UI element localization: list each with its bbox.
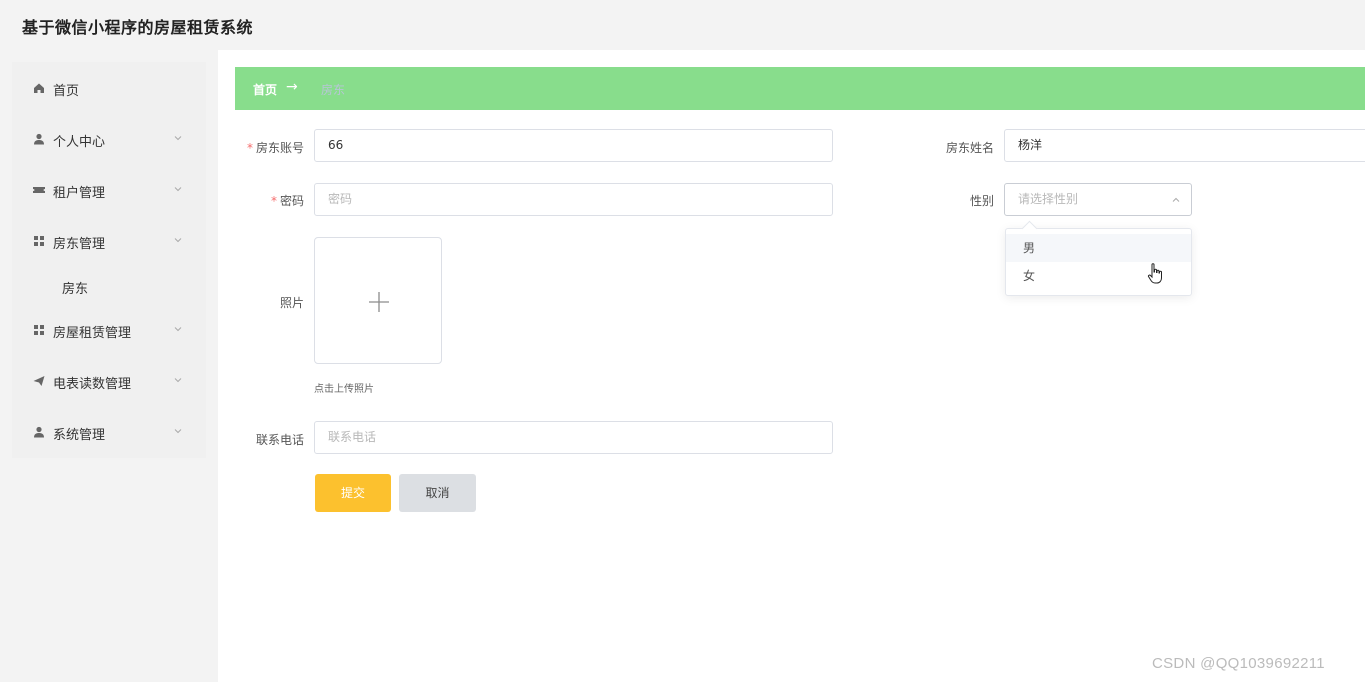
sidebar-item-tenants[interactable]: 租户管理 [12,170,206,210]
upload-hint: 点击上传照片 [314,384,374,395]
cancel-button[interactable]: 取消 [399,474,476,512]
sidebar-item-rentals[interactable]: 房屋租赁管理 [12,310,206,350]
gender-option-male[interactable]: 男 [1006,234,1191,262]
sidebar: 首页 个人中心 租户管理 房东管理 房东 房屋租赁管理 电表读数管理 系统管理 [12,62,206,458]
photo-upload[interactable] [314,237,442,364]
app-title: 基于微信小程序的房屋租赁系统 [22,18,254,37]
chevron-down-icon [174,238,182,243]
account-label: * 房东账号 [246,141,304,155]
sidebar-item-profile[interactable]: 个人中心 [12,119,206,159]
name-label: 房东姓名 [945,141,994,155]
required-star: * [270,194,277,208]
sidebar-item-label: 电表读数管理 [53,377,132,392]
user-icon [34,133,44,145]
sidebar-item-home[interactable]: 首页 [12,68,206,108]
send-icon [33,376,45,386]
submit-button[interactable]: 提交 [315,474,391,512]
sidebar-item-label: 房屋租赁管理 [53,326,132,341]
main-content: 首页 → 房东 * 房东账号 66 房东姓名 杨洋 * 密码 密码 性别 请选择性别… [218,50,1365,682]
phone-placeholder: 联系电话 [328,430,377,444]
user-icon [34,426,44,438]
grid-icon [34,236,44,246]
gender-label: 性别 [969,194,994,208]
sidebar-item-label: 首页 [53,84,80,99]
sidebar-item-meter-readings[interactable]: 电表读数管理 [12,361,206,401]
sidebar-item-system[interactable]: 系统管理 [12,412,206,452]
plus-icon [369,292,389,312]
password-label: * 密码 [270,194,304,208]
account-input[interactable]: 66 [314,129,833,162]
name-input[interactable]: 杨洋 [1004,129,1365,162]
breadcrumb-separator: → [286,79,298,95]
sidebar-subitem-landlord[interactable]: 房东 [12,268,206,304]
breadcrumb-home-link[interactable]: 首页 [253,81,277,98]
photo-label: 照片 [279,296,304,310]
sidebar-item-label: 租户管理 [53,186,106,201]
breadcrumb: 首页 → 房东 [235,67,1365,110]
sidebar-item-label: 系统管理 [53,428,106,443]
home-icon [34,83,44,93]
required-star: * [246,141,253,155]
ticket-icon [33,187,45,193]
chevron-down-icon [174,327,182,332]
sidebar-item-landlords[interactable]: 房东管理 [12,221,206,261]
gender-select[interactable]: 请选择性别 [1004,183,1192,216]
sidebar-item-label: 房东管理 [53,237,106,252]
phone-input[interactable]: 联系电话 [314,421,833,454]
chevron-up-icon [1172,197,1180,202]
watermark: CSDN @QQ1039692211 [1152,655,1325,672]
chevron-down-icon [174,136,182,141]
chevron-down-icon [174,187,182,192]
phone-label: 联系电话 [255,433,304,447]
hand-cursor-icon [1147,263,1162,284]
sidebar-item-label: 个人中心 [53,135,106,150]
chevron-down-icon [174,429,182,434]
password-input[interactable]: 密码 [314,183,833,216]
gender-placeholder: 请选择性别 [1018,192,1079,206]
top-bar: 基于微信小程序的房屋租赁系统 [0,0,1365,50]
account-value: 66 [328,138,344,152]
sidebar-subitem-label: 房东 [62,282,89,297]
breadcrumb-current: 房东 [321,83,346,97]
name-value: 杨洋 [1018,138,1043,152]
grid-icon [34,325,44,335]
password-placeholder: 密码 [328,192,353,206]
chevron-down-icon [174,378,182,383]
